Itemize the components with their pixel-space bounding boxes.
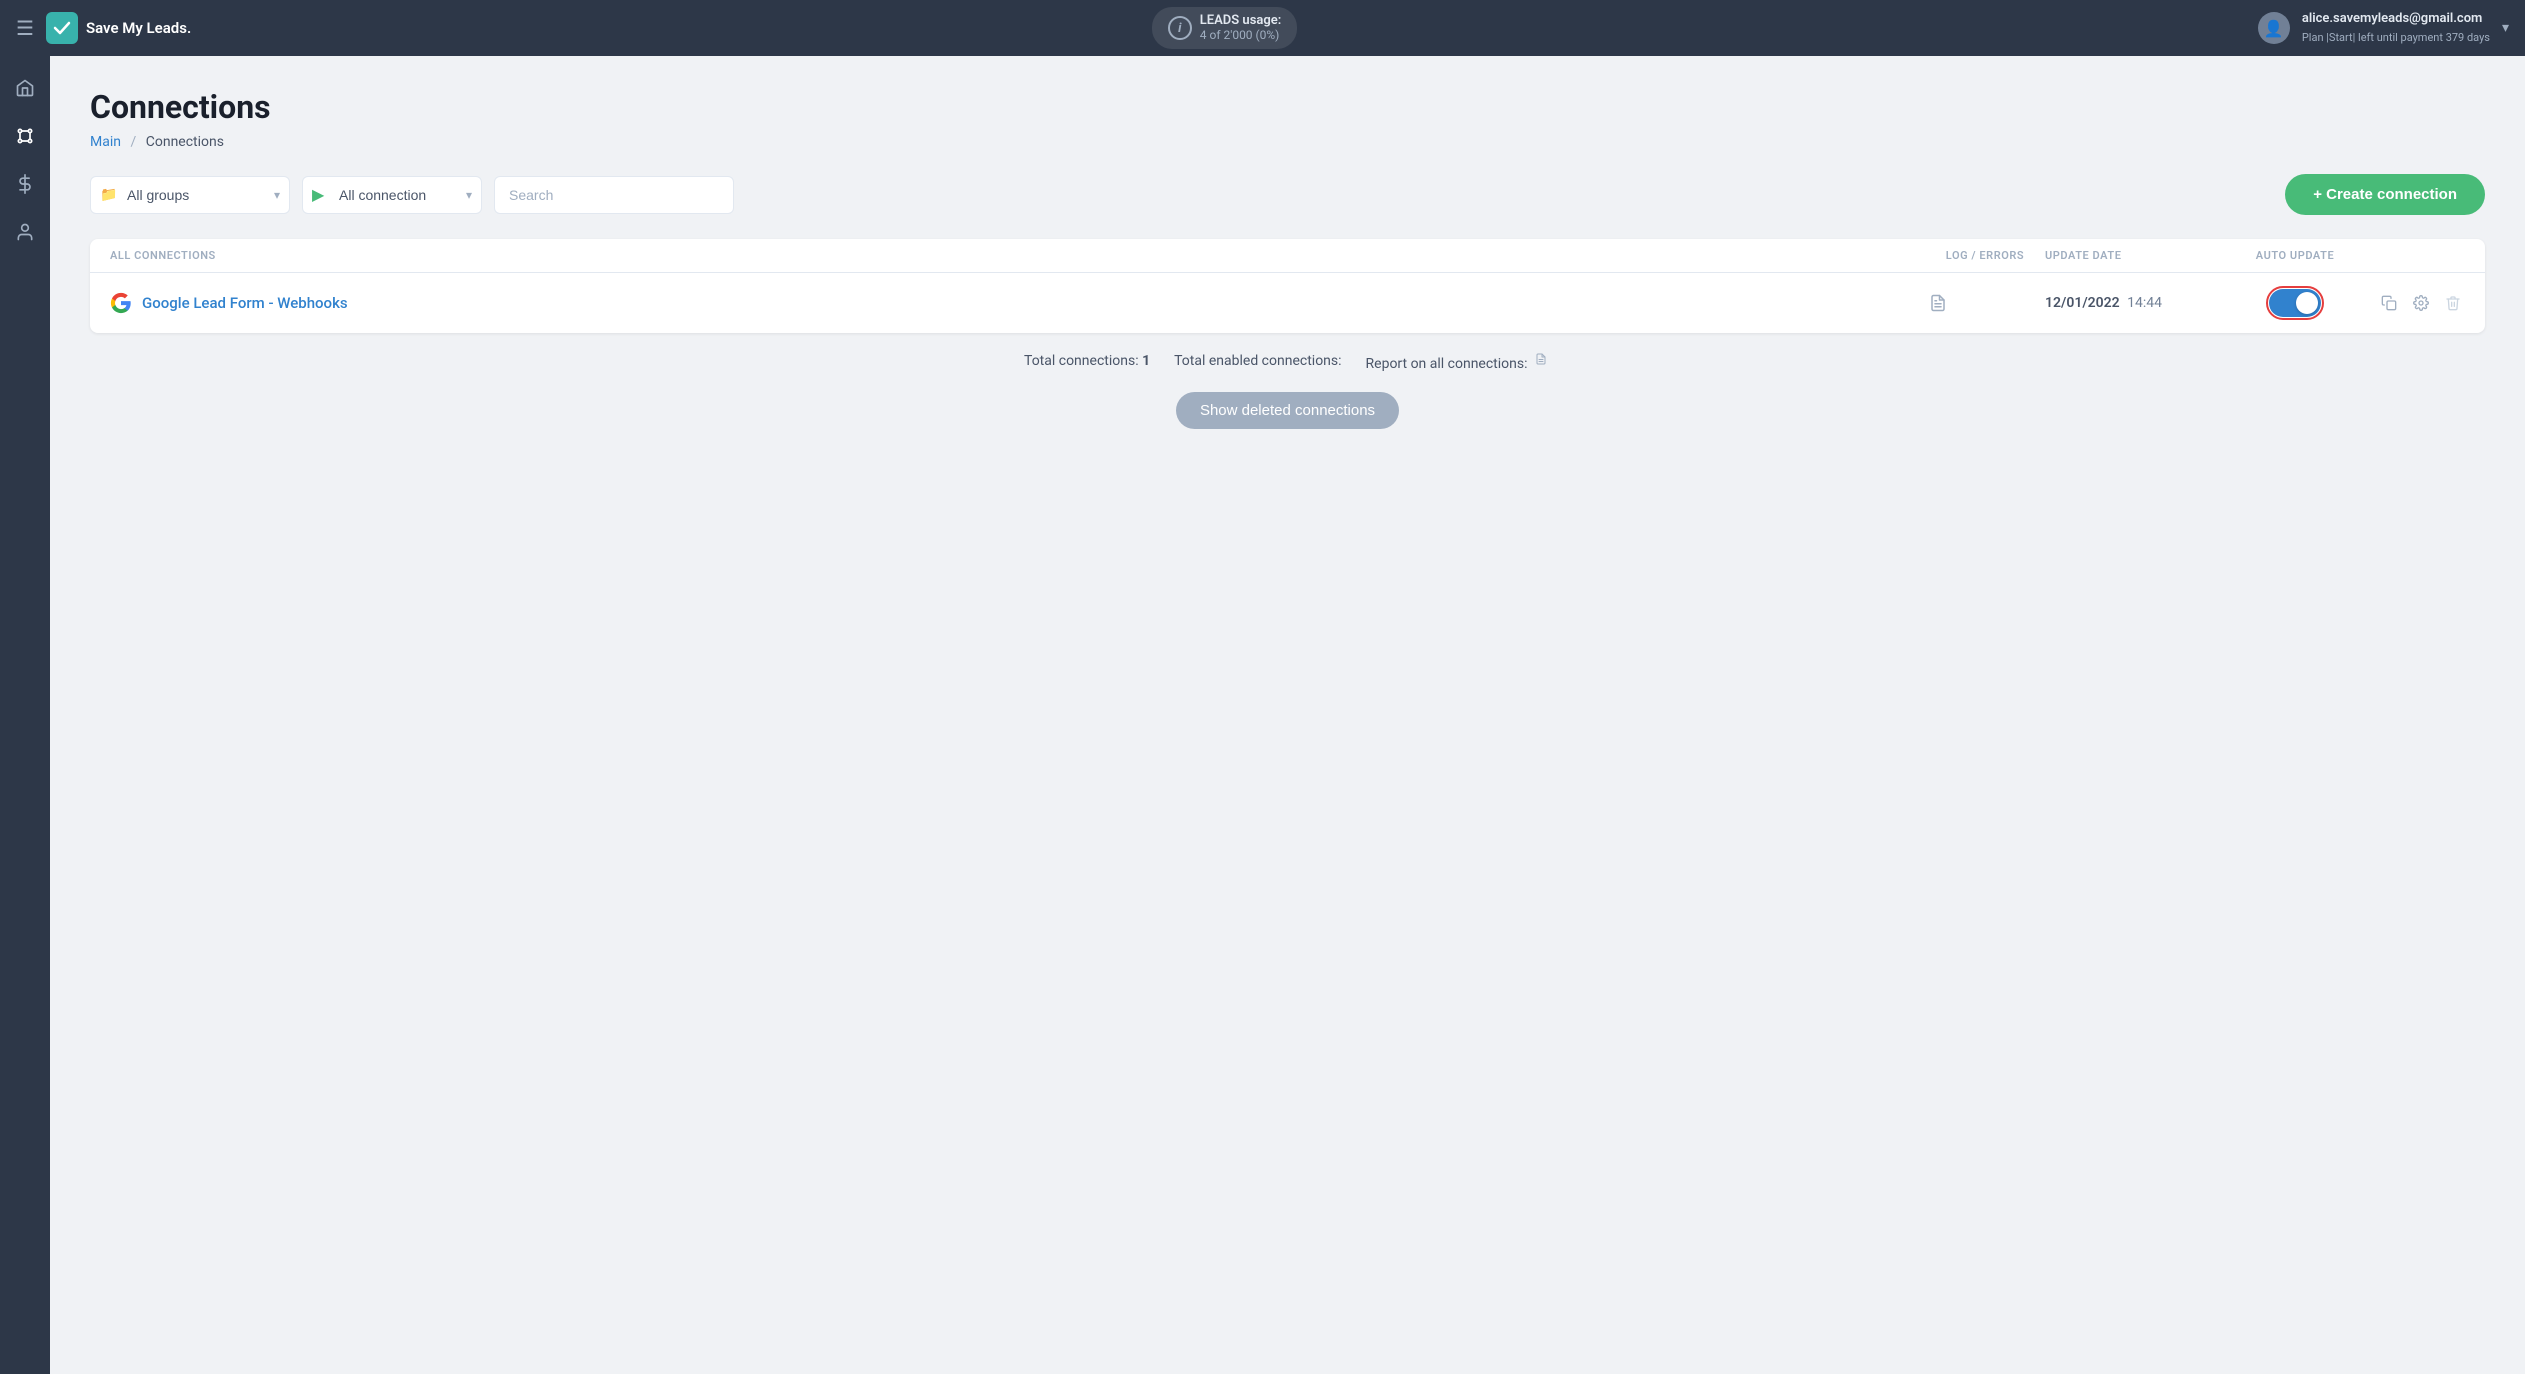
log-cell xyxy=(1925,290,2045,316)
copy-button[interactable] xyxy=(2377,291,2401,315)
show-deleted-button[interactable]: Show deleted connections xyxy=(1176,392,1399,429)
report-icon-button[interactable] xyxy=(1531,349,1551,369)
breadcrumb-main-link[interactable]: Main xyxy=(90,134,121,150)
total-enabled-connections: Total enabled connections: xyxy=(1174,353,1341,369)
connections-table: ALL CONNECTIONS LOG / ERRORS UPDATE DATE… xyxy=(90,239,2485,333)
connection-select-wrapper: ▶ All connection ▾ xyxy=(302,176,482,214)
connection-name-cell: Google Lead Form - Webhooks xyxy=(110,292,1925,314)
delete-button[interactable] xyxy=(2441,291,2465,315)
log-button[interactable] xyxy=(1925,290,1951,316)
total-connections: Total connections: 1 xyxy=(1024,353,1150,369)
sidebar xyxy=(0,56,50,1374)
sidebar-item-home[interactable] xyxy=(5,68,45,108)
chevron-down-icon[interactable]: ▾ xyxy=(2502,20,2509,36)
groups-select[interactable]: All groups xyxy=(90,176,290,214)
autoupdate-toggle-label[interactable] xyxy=(2269,289,2321,317)
sidebar-item-connections[interactable] xyxy=(5,116,45,156)
footer-stats: Total connections: 1 Total enabled conne… xyxy=(90,349,2485,372)
logo[interactable]: Save My Leads. xyxy=(46,12,191,44)
user-info: alice.savemyleads@gmail.com Plan |Start|… xyxy=(2302,11,2490,45)
hamburger-icon[interactable]: ☰ xyxy=(16,16,34,40)
content-area: Connections Main / Connections 📁 All gro… xyxy=(50,56,2525,1374)
date-cell: 12/01/2022 14:44 xyxy=(2045,295,2225,311)
search-input[interactable] xyxy=(494,176,734,214)
leads-usage-text: LEADS usage: 4 of 2'000 (0%) xyxy=(1200,13,1282,43)
report-label: Report on all connections: xyxy=(1366,349,1551,372)
col-date: UPDATE DATE xyxy=(2045,249,2225,262)
google-icon xyxy=(110,292,132,314)
col-log: LOG / ERRORS xyxy=(1925,249,2045,262)
actions-cell xyxy=(2365,291,2465,315)
leads-usage-widget: i LEADS usage: 4 of 2'000 (0%) xyxy=(1152,7,1298,49)
groups-select-wrapper: 📁 All groups ▾ xyxy=(90,176,290,214)
breadcrumb: Main / Connections xyxy=(90,134,2485,150)
avatar: 👤 xyxy=(2258,12,2290,44)
topnav-right: 👤 alice.savemyleads@gmail.com Plan |Star… xyxy=(2258,11,2509,45)
show-deleted-wrap: Show deleted connections xyxy=(90,392,2485,429)
connection-select[interactable]: All connection xyxy=(302,176,482,214)
col-connections: ALL CONNECTIONS xyxy=(110,249,1925,262)
toolbar: 📁 All groups ▾ ▶ All connection ▾ + Crea… xyxy=(90,174,2485,215)
table-row: Google Lead Form - Webhooks 12/ xyxy=(90,273,2485,333)
table-header: ALL CONNECTIONS LOG / ERRORS UPDATE DATE… xyxy=(90,239,2485,273)
leads-usage-box: i LEADS usage: 4 of 2'000 (0%) xyxy=(1152,7,1298,49)
settings-button[interactable] xyxy=(2409,291,2433,315)
page-title: Connections xyxy=(90,88,2485,126)
sidebar-item-billing[interactable] xyxy=(5,164,45,204)
connection-link[interactable]: Google Lead Form - Webhooks xyxy=(142,294,348,312)
sidebar-item-account[interactable] xyxy=(5,212,45,252)
logo-icon xyxy=(46,12,78,44)
autoupdate-toggle-wrapper xyxy=(2269,289,2321,317)
col-autoupdate: AUTO UPDATE xyxy=(2225,249,2365,262)
breadcrumb-current: Connections xyxy=(146,134,224,150)
info-icon: i xyxy=(1168,16,1192,40)
autoupdate-cell xyxy=(2225,289,2365,317)
topnav: ☰ Save My Leads. i LEADS usage: 4 of 2'0… xyxy=(0,0,2525,56)
main-layout: Connections Main / Connections 📁 All gro… xyxy=(0,56,2525,1374)
logo-text: Save My Leads. xyxy=(86,19,191,37)
create-connection-button[interactable]: + Create connection xyxy=(2285,174,2485,215)
